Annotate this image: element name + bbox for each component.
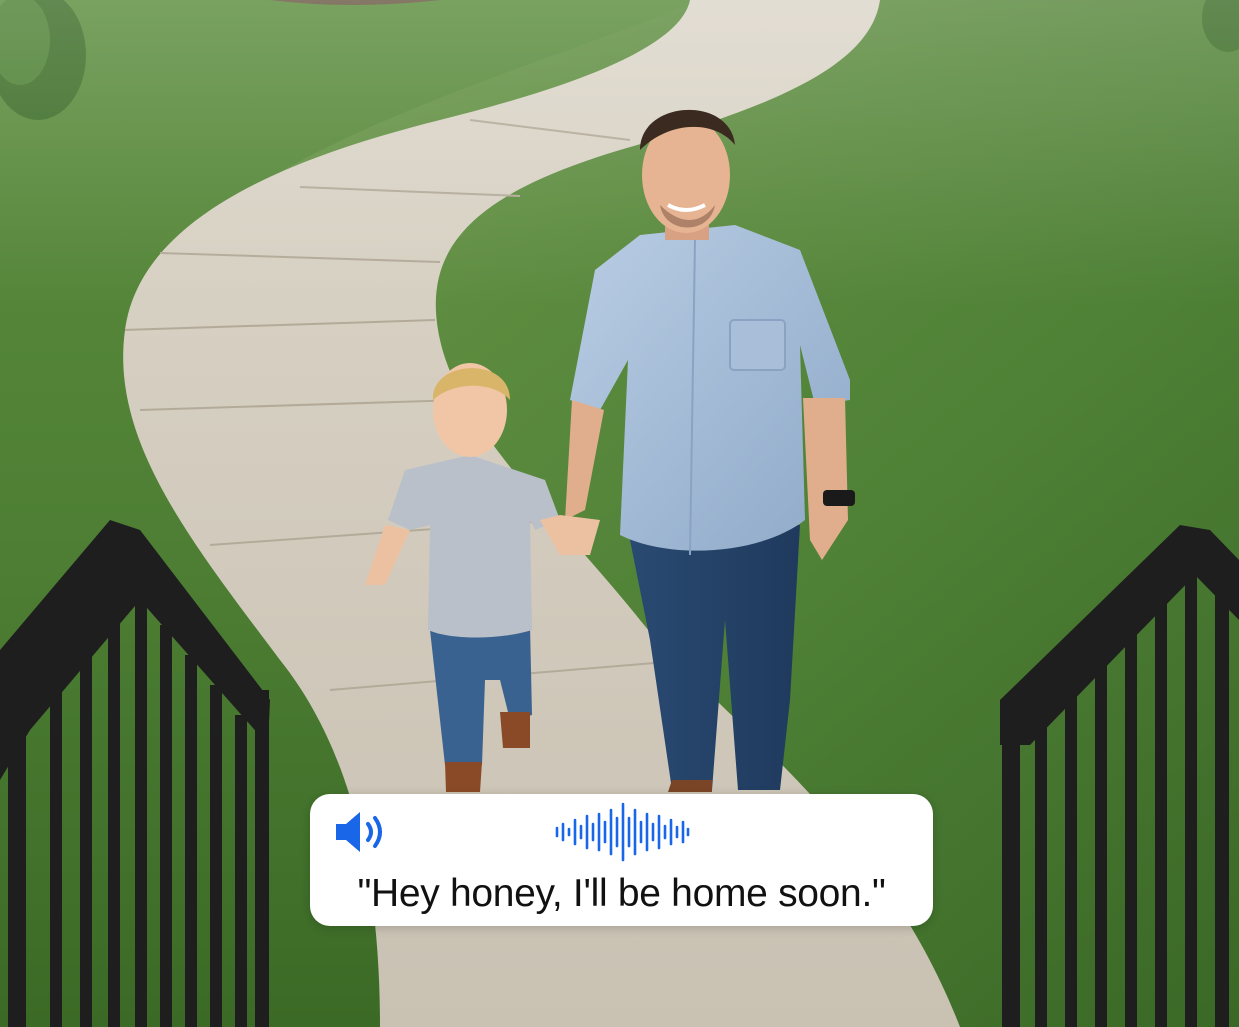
- two-way-audio-card: "Hey honey, I'll be home soon.": [310, 794, 933, 926]
- audio-waveform-icon: [555, 802, 690, 862]
- speaker-volume-icon[interactable]: [332, 808, 392, 856]
- voice-transcript: "Hey honey, I'll be home soon.": [357, 872, 886, 915]
